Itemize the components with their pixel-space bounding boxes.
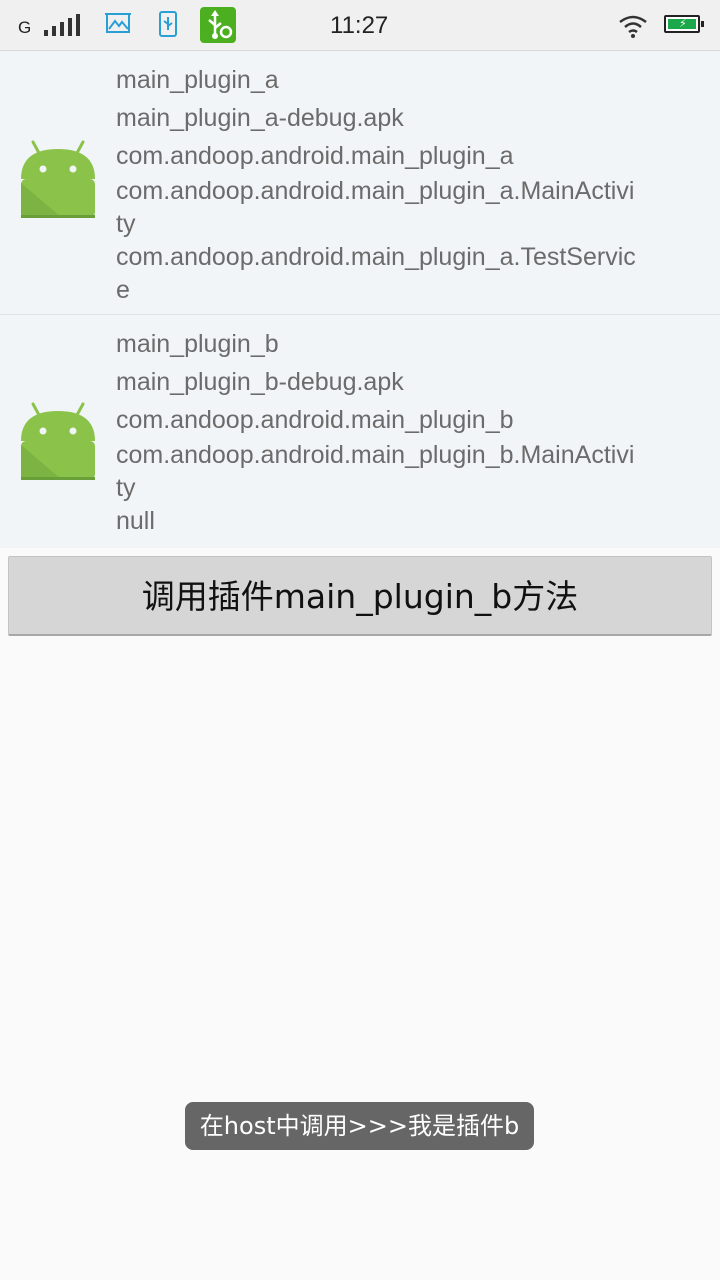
usb-storage-icon — [159, 11, 177, 37]
signal-icon — [42, 14, 82, 36]
plugin-apk: main_plugin_a-debug.apk — [116, 104, 404, 132]
android-robot-icon — [21, 140, 95, 218]
plugin-activity: com.andoop.android.main_plugin_b.MainAct… — [116, 441, 635, 469]
android-robot-icon — [21, 402, 95, 480]
plugin-apk: main_plugin_b-debug.apk — [116, 368, 404, 396]
battery-charging-icon: ⚡ — [664, 15, 704, 33]
plugin-service-wrap: e — [116, 276, 130, 304]
status-bar: G 11:27 ⚡ — [0, 0, 720, 51]
network-type: G — [18, 18, 32, 37]
plugin-activity: com.andoop.android.main_plugin_a.MainAct… — [116, 177, 635, 205]
plugin-activity-wrap: ty — [116, 474, 136, 502]
plugin-name: main_plugin_a — [116, 66, 279, 94]
list-item[interactable]: main_plugin_a main_plugin_a-debug.apk co… — [0, 51, 720, 315]
plugin-activity-wrap: ty — [116, 210, 136, 238]
toast-message: 在host中调用>>>我是插件b — [185, 1102, 534, 1150]
list-item[interactable]: main_plugin_b main_plugin_b-debug.apk co… — [0, 315, 720, 548]
image-icon — [105, 13, 131, 33]
clock: 11:27 — [330, 12, 389, 39]
plugin-list: main_plugin_a main_plugin_a-debug.apk co… — [0, 51, 720, 548]
plugin-package: com.andoop.android.main_plugin_b — [116, 406, 514, 434]
wifi-icon — [619, 15, 647, 38]
plugin-package: com.andoop.android.main_plugin_a — [116, 142, 514, 170]
usb-debug-icon — [200, 7, 236, 43]
plugin-service: null — [116, 507, 155, 535]
plugin-name: main_plugin_b — [116, 330, 279, 358]
plugin-service: com.andoop.android.main_plugin_a.TestSer… — [116, 243, 636, 271]
call-plugin-b-button[interactable]: 调用插件main_plugin_b方法 — [8, 556, 712, 636]
